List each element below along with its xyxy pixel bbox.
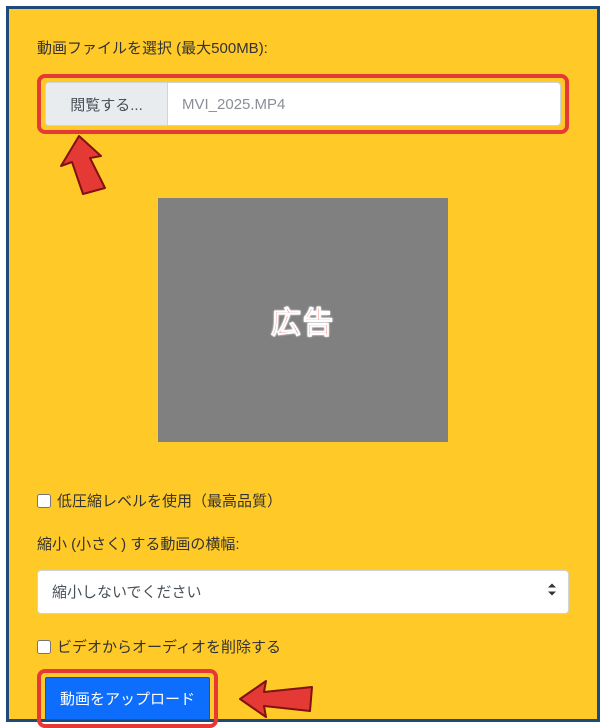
arrow-left-icon [236,675,316,723]
selected-file-name: MVI_2025.MP4 [168,83,560,125]
upload-panel: 動画ファイルを選択 (最大500MB): 閲覧する... MVI_2025.MP… [6,6,600,722]
upload-row: 動画をアップロード [37,669,569,728]
browse-button[interactable]: 閲覧する... [46,83,168,125]
upload-button[interactable]: 動画をアップロード [45,677,210,720]
file-picker[interactable]: 閲覧する... MVI_2025.MP4 [45,82,561,126]
width-select-wrap: 縮小しないでください [37,570,569,614]
ad-label: 広告 [271,298,335,342]
file-select-label: 動画ファイルを選択 (最大500MB): [37,37,569,58]
remove-audio-label: ビデオからオーディオを削除する [57,636,281,657]
low-compress-checkbox[interactable] [37,494,51,508]
file-picker-highlight: 閲覧する... MVI_2025.MP4 [37,74,569,134]
low-compress-label: 低圧縮レベルを使用（最高品質） [57,490,282,511]
upload-button-highlight: 動画をアップロード [37,669,218,728]
ad-placeholder: 広告 [158,198,448,442]
width-label: 縮小 (小さく) する動画の横幅: [37,533,569,554]
pointer-to-filepicker [37,142,569,198]
arrow-up-icon [43,132,123,196]
remove-audio-option[interactable]: ビデオからオーディオを削除する [37,636,569,657]
low-compress-option[interactable]: 低圧縮レベルを使用（最高品質） [37,490,569,511]
width-select[interactable]: 縮小しないでください [37,570,569,614]
remove-audio-checkbox[interactable] [37,640,51,654]
